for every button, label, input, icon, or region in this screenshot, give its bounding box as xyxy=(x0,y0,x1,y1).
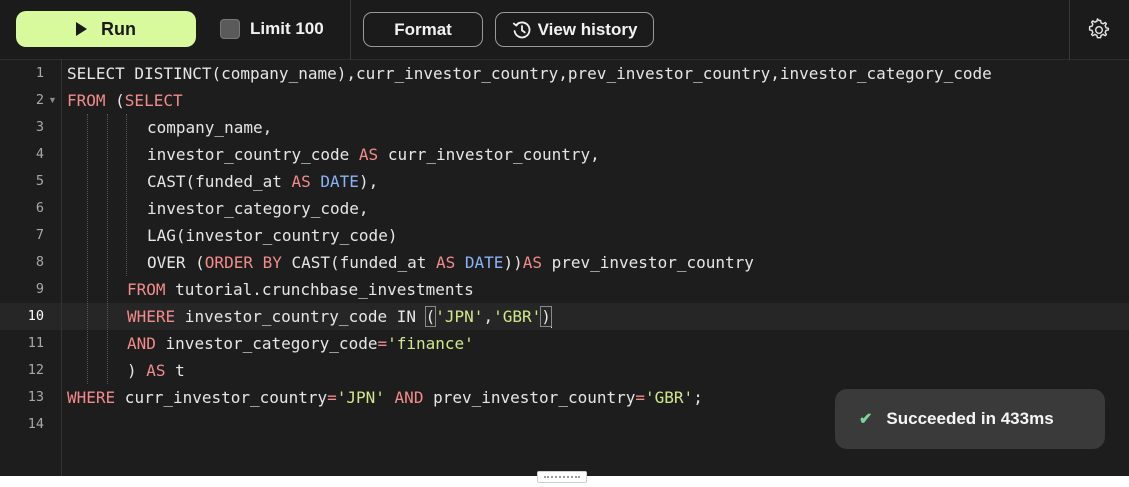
bracket-match: ) xyxy=(540,306,552,327)
indent-guide xyxy=(87,114,88,384)
line-number: 11 xyxy=(27,335,44,351)
line-gutter: 1 2 ▼ 3 4 5 6 7 8 9 10 11 12 13 14 xyxy=(0,60,62,476)
code-line: company_name, xyxy=(147,118,273,137)
line-number: 3 xyxy=(35,119,44,135)
run-label: Run xyxy=(101,18,136,39)
line-number: 12 xyxy=(27,362,44,378)
toast-message: Succeeded in 433ms xyxy=(886,409,1054,428)
line-number: 4 xyxy=(35,146,44,162)
line-number: 5 xyxy=(35,173,44,189)
code-line: WHERE investor_country_code IN ('JPN','G… xyxy=(127,306,552,328)
code-line: CAST(funded_at AS DATE), xyxy=(147,172,379,191)
toolbar-divider-right xyxy=(1069,0,1070,60)
code-line: SELECT DISTINCT(company_name),curr_inves… xyxy=(67,64,992,83)
history-icon xyxy=(512,21,530,38)
line-number: 13 xyxy=(27,389,44,405)
line-number: 6 xyxy=(35,200,44,216)
line-number: 9 xyxy=(35,281,44,297)
code-line: investor_category_code, xyxy=(147,199,369,218)
view-history-label: View history xyxy=(537,19,638,39)
limit-toggle[interactable]: Limit 100 xyxy=(220,19,324,39)
code-line: LAG(investor_country_code) xyxy=(147,226,398,245)
format-button[interactable]: Format xyxy=(363,12,483,47)
toolbar-divider xyxy=(350,0,351,60)
text-cursor xyxy=(550,307,552,328)
bracket-match: ( xyxy=(424,306,437,327)
code-line: ) AS t xyxy=(127,361,185,380)
code-line: WHERE curr_investor_country='JPN' AND pr… xyxy=(67,388,703,407)
sql-editor-app: Run Limit 100 Format View history 1 2 ▼ … xyxy=(0,0,1129,476)
code-line: OVER (ORDER BY CAST(funded_at AS DATE))A… xyxy=(147,253,754,272)
indent-guide xyxy=(126,114,127,276)
limit-label: Limit 100 xyxy=(250,19,324,38)
line-number: 2 xyxy=(35,92,44,108)
code-line: FROM (SELECT xyxy=(67,91,183,110)
fold-arrow-icon[interactable]: ▼ xyxy=(48,87,57,114)
run-button[interactable]: Run xyxy=(16,11,196,47)
toolbar: Run Limit 100 Format View history xyxy=(0,0,1129,60)
line-number: 1 xyxy=(35,65,44,81)
line-number: 7 xyxy=(35,227,44,243)
view-history-button[interactable]: View history xyxy=(495,12,654,47)
resize-handle[interactable] xyxy=(537,471,587,483)
format-label: Format xyxy=(394,19,452,39)
code-line: investor_country_code AS curr_investor_c… xyxy=(147,145,600,164)
code-line: FROM tutorial.crunchbase_investments xyxy=(127,280,474,299)
play-icon xyxy=(76,22,87,36)
success-toast: ✔ Succeeded in 433ms xyxy=(835,389,1105,449)
line-number: 8 xyxy=(35,254,44,270)
code-line: AND investor_category_code='finance' xyxy=(127,334,474,353)
limit-checkbox[interactable] xyxy=(220,19,240,39)
line-number: 14 xyxy=(27,416,44,432)
gear-icon[interactable] xyxy=(1087,18,1111,42)
check-icon: ✔ xyxy=(859,411,873,428)
line-number-active: 10 xyxy=(27,308,44,324)
indent-guide xyxy=(107,114,108,384)
